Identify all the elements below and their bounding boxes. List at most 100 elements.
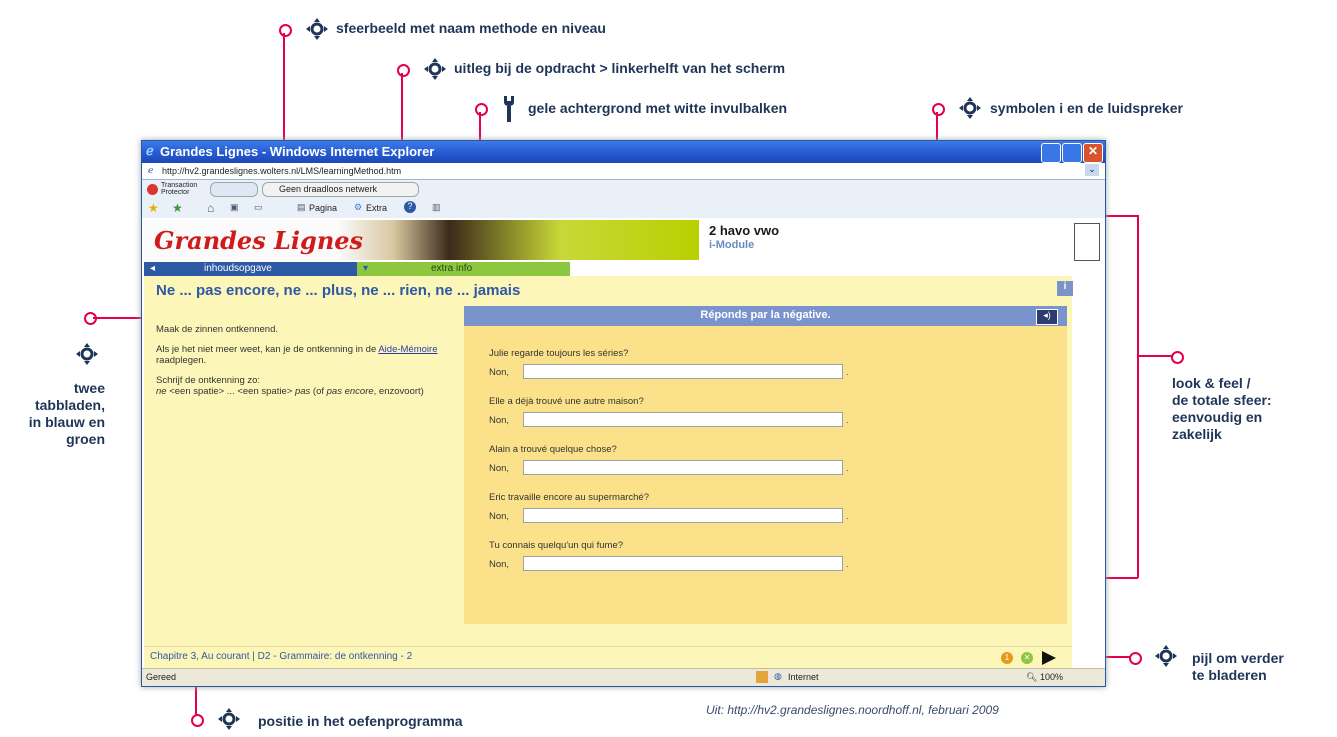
annotation-dot	[1129, 652, 1142, 665]
method-info: 2 havo vwo i-Module	[699, 220, 1065, 260]
answer-field-2[interactable]	[523, 412, 843, 427]
annotation-line	[1106, 215, 1138, 217]
print-icon[interactable]: ▭	[254, 202, 263, 213]
tab-extra-label: extra info	[431, 263, 473, 274]
move-icon	[306, 18, 328, 40]
ie-icon: ℯ	[146, 143, 154, 158]
non-label: Non,	[489, 559, 510, 570]
globe-icon: ◍	[774, 671, 782, 681]
move-icon	[218, 708, 240, 730]
help-icon[interactable]: ?	[404, 201, 416, 213]
minimize-button[interactable]	[1041, 143, 1061, 163]
page-title: Ne ... pas encore, ne ... plus, ne ... r…	[156, 282, 521, 299]
answer-field-4[interactable]	[523, 508, 843, 523]
question-2: Elle a déjà trouvé une autre maison?	[489, 396, 644, 407]
check-icon[interactable]: ✕	[1021, 652, 1033, 664]
toolbar-protector: Transaction Protector Geen draadloos net…	[142, 180, 1105, 200]
chevron-down-icon[interactable]: ⌄	[1085, 164, 1099, 176]
annotation-tabs-line: twee	[73, 380, 105, 396]
annotation-dot	[475, 103, 488, 116]
protector-label: Transaction Protector	[161, 182, 198, 196]
period: .	[846, 559, 849, 569]
network-label: Geen draadloos netwerk	[279, 184, 378, 194]
move-icon	[424, 58, 446, 80]
annotation-tabs-line: groen	[66, 431, 105, 447]
page-menu[interactable]: Pagina	[309, 203, 337, 213]
annotation-line	[1138, 355, 1172, 357]
period: .	[846, 511, 849, 521]
exercise-area: Ne ... pas encore, ne ... plus, ne ... r…	[144, 276, 1073, 646]
instruction-part: (of	[310, 386, 327, 397]
status-bar: Gereed ◍ Internet 🔍︎ 100%	[142, 668, 1105, 686]
home-icon[interactable]: ⌂	[207, 201, 214, 215]
exercise-title-text: Réponds par la négative.	[700, 309, 831, 321]
answer-field-1[interactable]	[523, 364, 843, 379]
annotation-line	[1137, 215, 1139, 578]
annotation-arrow-line: te bladeren	[1192, 667, 1267, 683]
annotation-dot	[397, 64, 410, 77]
breadcrumb: Chapitre 3, Au courant | D2 - Grammaire:…	[150, 651, 413, 662]
annotation-look-line: zakelijk	[1172, 426, 1222, 442]
bottom-bar: Chapitre 3, Au courant | D2 - Grammaire:…	[144, 646, 1072, 669]
instruction-text: Maak de zinnen ontkennend.	[156, 324, 279, 335]
tools-icon[interactable]: ⚙	[354, 202, 362, 213]
question-3: Alain a trouvé quelque chose?	[489, 444, 617, 455]
move-icon	[76, 343, 98, 365]
close-button[interactable]: ✕	[1083, 143, 1103, 163]
keyboard-icon[interactable]	[210, 182, 258, 197]
network-dropdown[interactable]: Geen draadloos netwerk	[262, 182, 419, 197]
page-menu-icon[interactable]: ▤	[297, 202, 306, 213]
next-arrow-icon[interactable]	[1042, 651, 1056, 665]
logo: Grandes Lignes	[154, 226, 364, 255]
lock-icon	[756, 671, 768, 683]
annotation-look-line: de totale sfeer:	[1172, 392, 1272, 408]
address-bar[interactable]: ℯ http://hv2.grandeslignes.wolters.nl/LM…	[142, 163, 1105, 180]
annotation-tabs: twee tabbladen, in blauw en groen	[29, 380, 105, 448]
research-icon[interactable]: ▥	[432, 202, 441, 213]
protector-icon	[147, 184, 158, 195]
close-icon: ✕	[1088, 144, 1099, 158]
instruction-part: Schrijf de ontkenning zo:	[156, 375, 261, 386]
period: .	[846, 463, 849, 473]
page-content: Grandes Lignes 2 havo vwo i-Module ◂ inh…	[142, 218, 1105, 669]
annotation-header-image: sfeerbeeld met naam methode en niveau	[336, 20, 606, 36]
source-caption: Uit: http://hv2.grandeslignes.noordhoff.…	[706, 703, 999, 717]
instruction-text: Schrijf de ontkenning zo: ne <een spatie…	[156, 375, 456, 397]
speaker-icon[interactable]: ◂)	[1036, 309, 1058, 325]
tab-contents[interactable]: ◂ inhoudsopgave	[144, 262, 357, 276]
annotation-symbols: symbolen i en de luidspreker	[990, 100, 1183, 116]
period: .	[846, 367, 849, 377]
extra-menu[interactable]: Extra	[366, 203, 387, 213]
book-cover-icon	[1074, 223, 1100, 261]
page-icon: ℯ	[148, 165, 154, 175]
triangle-down-icon: ▾	[363, 263, 369, 274]
wrench-icon	[504, 96, 514, 122]
header-image: Grandes Lignes	[144, 220, 699, 260]
maximize-button[interactable]	[1062, 143, 1082, 163]
tab-extra-info[interactable]: ▾ extra info	[357, 262, 570, 276]
non-label: Non,	[489, 511, 510, 522]
aide-memoire-link[interactable]: Aide-Mémoire	[378, 344, 437, 355]
annotation-position: positie in het oefenprogramma	[258, 713, 463, 729]
score-badge: 1	[1001, 652, 1013, 664]
annotation-instructions: uitleg bij de opdracht > linkerhelft van…	[454, 60, 786, 76]
answer-field-5[interactable]	[523, 556, 843, 571]
move-icon	[1155, 645, 1177, 667]
instruction-text: Als je het niet meer weet, kan je de ont…	[156, 344, 456, 366]
annotation-next-arrow: pijl om verder te bladeren	[1192, 650, 1284, 684]
zoom-level[interactable]: 100%	[1040, 672, 1063, 682]
feeds-icon[interactable]: ▣	[230, 202, 239, 213]
exercise-title: Réponds par la négative.	[464, 306, 1067, 326]
browser-window: ℯ Grandes Lignes - Windows Internet Expl…	[141, 140, 1106, 687]
level-label: 2 havo vwo	[709, 223, 780, 238]
answer-field-3[interactable]	[523, 460, 843, 475]
triangle-left-icon: ◂	[150, 263, 156, 274]
add-favorite-icon[interactable]: ★	[172, 201, 183, 215]
url-text: http://hv2.grandeslignes.wolters.nl/LMS/…	[162, 166, 402, 176]
instruction-part: ne	[156, 386, 167, 397]
annotation-dot	[1171, 351, 1184, 364]
instruction-part: pas	[294, 386, 311, 397]
info-icon[interactable]: i	[1057, 281, 1073, 296]
favorites-star-icon[interactable]: ★	[148, 201, 159, 215]
zoom-icon[interactable]: 🔍︎	[1026, 672, 1037, 683]
